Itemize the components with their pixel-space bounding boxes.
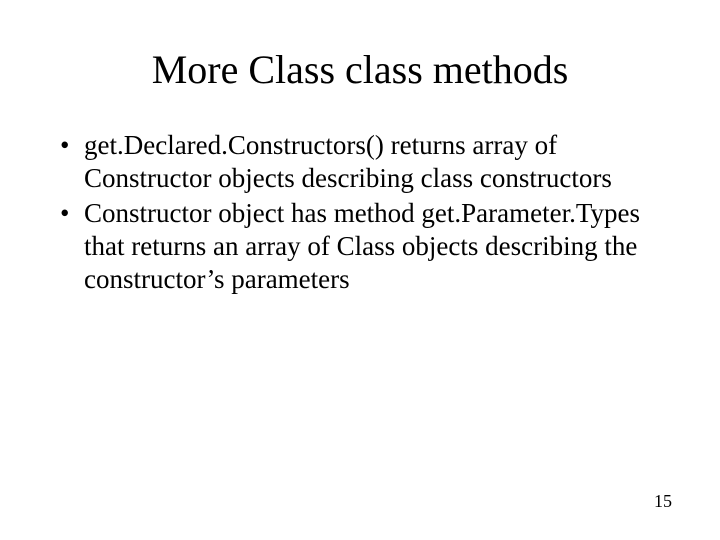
list-item: Constructor object has method get.Parame… bbox=[56, 197, 672, 296]
slide-title: More Class class methods bbox=[48, 46, 672, 93]
page-number: 15 bbox=[654, 491, 672, 512]
list-item: get.Declared.Constructors() returns arra… bbox=[56, 129, 672, 195]
bullet-list: get.Declared.Constructors() returns arra… bbox=[56, 129, 672, 296]
slide: More Class class methods get.Declared.Co… bbox=[0, 0, 720, 540]
